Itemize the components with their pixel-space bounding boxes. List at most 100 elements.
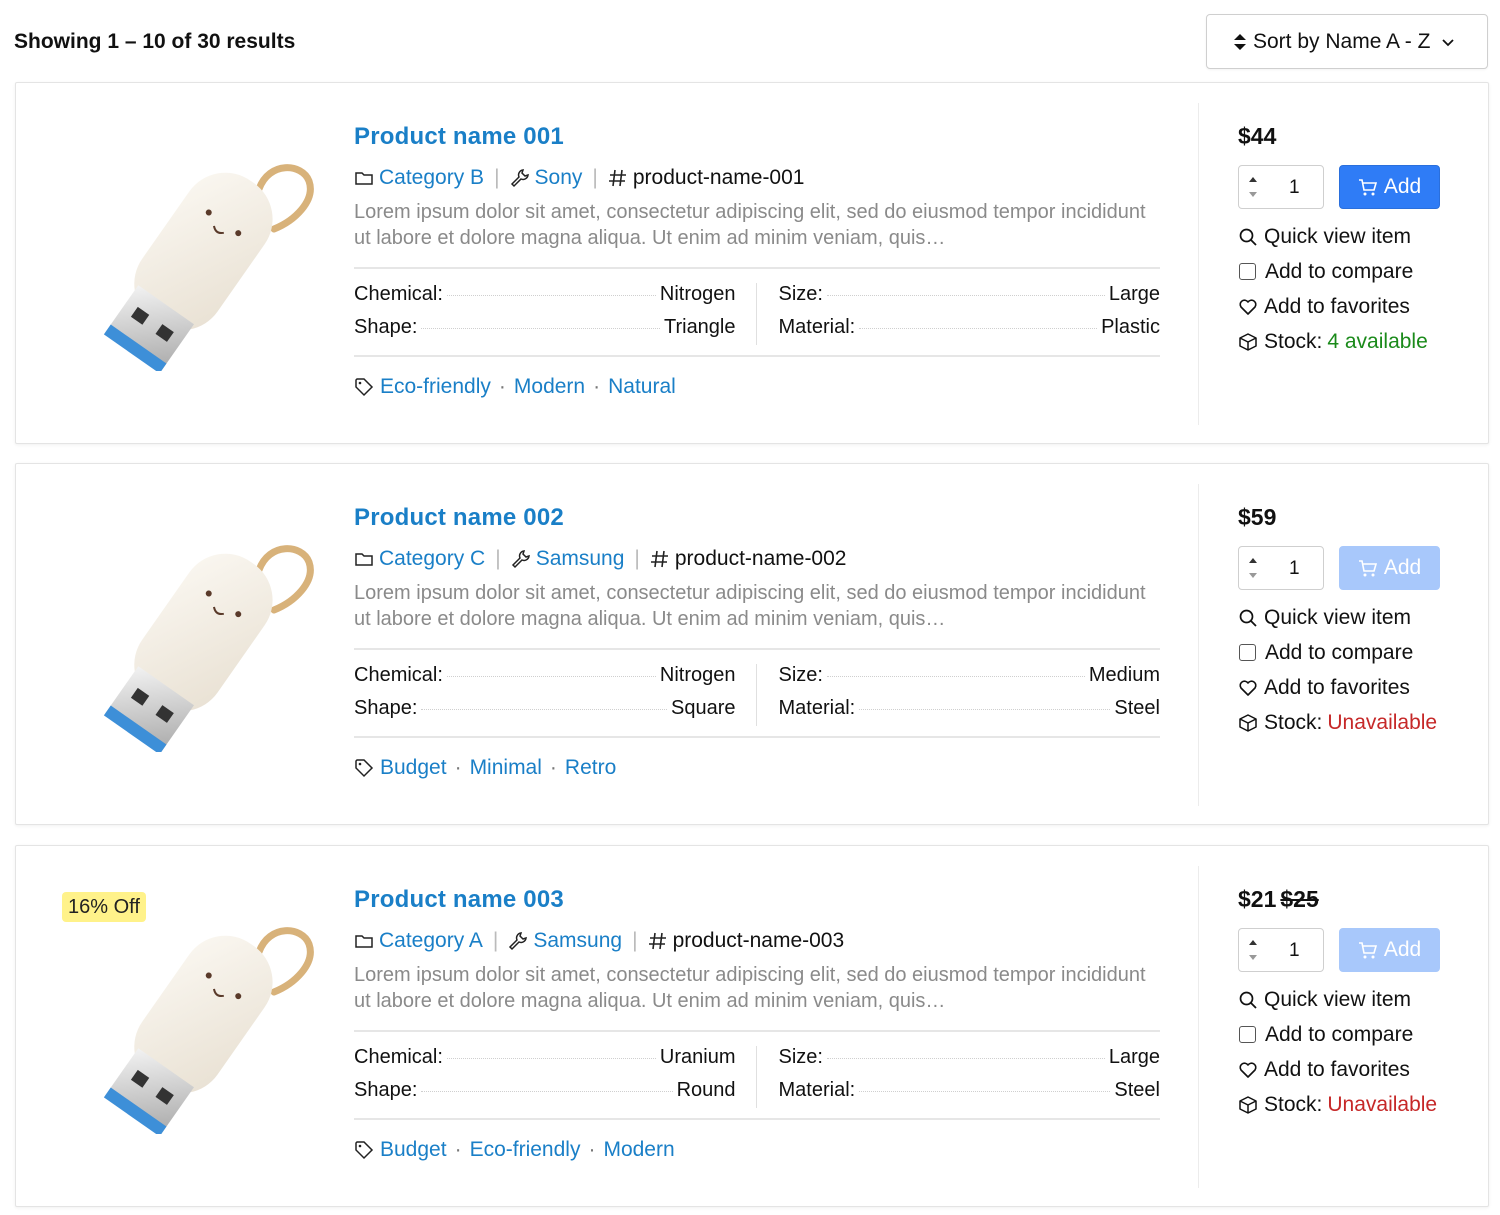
- quantity-stepper[interactable]: 1: [1238, 928, 1324, 972]
- product-price: $59: [1238, 504, 1468, 536]
- stock-value: Unavailable: [1327, 1092, 1438, 1116]
- favorites-link[interactable]: Add to favorites: [1238, 1052, 1468, 1087]
- quick-view-link[interactable]: Quick view item: [1238, 982, 1468, 1017]
- spec-value: Medium: [1088, 664, 1160, 686]
- meta-separator: |: [634, 547, 640, 570]
- spec-shape: Shape: Square: [354, 697, 736, 730]
- compare-checkbox[interactable]: Add to compare: [1238, 635, 1468, 670]
- stepper-arrows-icon[interactable]: [1247, 935, 1259, 965]
- add-button-label: Add: [1383, 938, 1422, 961]
- spec-label: Chemical:: [354, 283, 443, 305]
- product-description: Lorem ipsum dolor sit amet, consectetur …: [354, 964, 1146, 1012]
- product-image[interactable]: [64, 522, 314, 752]
- current-price: $44: [1238, 123, 1277, 149]
- compare-checkbox[interactable]: Add to compare: [1238, 1017, 1468, 1052]
- tag-separator: ·: [593, 375, 601, 398]
- folder-icon: [355, 935, 373, 948]
- spec-value: Uranium: [659, 1046, 736, 1068]
- favorites-link[interactable]: Add to favorites: [1238, 289, 1468, 324]
- hash-icon: [648, 932, 666, 950]
- quick-view-link[interactable]: Quick view item: [1238, 600, 1468, 635]
- spec-value: Nitrogen: [659, 664, 736, 686]
- heart-icon: [1239, 298, 1257, 315]
- category-link[interactable]: Category B: [379, 166, 484, 190]
- product-card: 16% Off Product name 003 Category A | Sa…: [15, 845, 1489, 1207]
- spec-label: Size:: [778, 664, 823, 686]
- tag-link[interactable]: Budget: [380, 756, 447, 780]
- product-tags: Budget · Minimal · Retro: [354, 756, 1160, 780]
- stepper-arrows-icon[interactable]: [1247, 553, 1259, 583]
- quantity-value: 1: [1289, 940, 1300, 961]
- product-image[interactable]: [64, 904, 314, 1134]
- favorites-label: Add to favorites: [1264, 1057, 1410, 1081]
- product-sku: product-name-003: [672, 929, 845, 952]
- stock-status: Stock: Unavailable: [1238, 1087, 1468, 1122]
- category-link[interactable]: Category C: [379, 547, 485, 571]
- quantity-value: 1: [1289, 558, 1300, 579]
- spec-label: Size:: [778, 1046, 823, 1068]
- quantity-stepper[interactable]: 1: [1238, 546, 1324, 590]
- add-to-cart-button[interactable]: Add: [1339, 546, 1440, 590]
- tag-link[interactable]: Retro: [565, 756, 616, 780]
- quick-view-label: Quick view item: [1264, 987, 1412, 1011]
- product-card: Product name 001 Category B | Sony | pro…: [15, 82, 1489, 444]
- compare-label: Add to compare: [1265, 1022, 1414, 1046]
- tag-link[interactable]: Budget: [380, 1138, 447, 1162]
- sort-icon: [1234, 33, 1246, 50]
- results-toolbar: Showing 1 – 10 of 30 results Sort by Nam…: [14, 14, 1488, 70]
- checkbox[interactable]: [1239, 263, 1256, 280]
- spec-shape: Shape: Triangle: [354, 316, 736, 349]
- product-name-link[interactable]: Product name 002: [354, 504, 1160, 536]
- product-sku: product-name-001: [632, 166, 805, 189]
- product-name-link[interactable]: Product name 003: [354, 886, 1160, 918]
- quick-view-link[interactable]: Quick view item: [1238, 219, 1468, 254]
- tag-link[interactable]: Minimal: [470, 756, 542, 780]
- tag-link[interactable]: Eco-friendly: [380, 375, 491, 399]
- meta-separator: |: [632, 929, 638, 952]
- category-link[interactable]: Category A: [379, 929, 483, 953]
- spec-value: Nitrogen: [659, 283, 736, 305]
- search-icon: [1239, 991, 1257, 1009]
- brand-link[interactable]: Samsung: [533, 929, 622, 953]
- cart-icon: [1358, 560, 1377, 577]
- product-tags: Eco-friendly · Modern · Natural: [354, 375, 1160, 399]
- spec-label: Size:: [778, 283, 823, 305]
- spec-chemical: Chemical: Nitrogen: [354, 664, 736, 697]
- product-specs: Chemical: Nitrogen Shape: Triangle Size: La…: [354, 267, 1160, 357]
- spec-value: Round: [676, 1079, 736, 1101]
- product-name-link[interactable]: Product name 001: [354, 123, 1160, 155]
- stock-label: Stock:: [1264, 329, 1323, 353]
- old-price: $25: [1280, 886, 1319, 912]
- checkbox[interactable]: [1239, 644, 1256, 661]
- tag-link[interactable]: Modern: [603, 1138, 674, 1162]
- product-image[interactable]: [64, 141, 314, 371]
- brand-link[interactable]: Sony: [535, 166, 583, 190]
- spec-label: Chemical:: [354, 1046, 443, 1068]
- brand-link[interactable]: Samsung: [536, 547, 625, 571]
- favorites-link[interactable]: Add to favorites: [1238, 670, 1468, 705]
- tag-separator: ·: [454, 1138, 462, 1161]
- compare-checkbox[interactable]: Add to compare: [1238, 254, 1468, 289]
- tag-link[interactable]: Modern: [514, 375, 585, 399]
- spec-material: Material: Plastic: [779, 316, 1161, 349]
- sort-dropdown[interactable]: Sort by Name A - Z: [1206, 14, 1488, 69]
- add-to-cart-button[interactable]: Add: [1339, 928, 1440, 972]
- cart-icon: [1358, 942, 1377, 959]
- quantity-stepper[interactable]: 1: [1238, 165, 1324, 209]
- spec-size: Size: Large: [779, 283, 1161, 316]
- product-price: $44: [1238, 123, 1468, 155]
- meta-separator: |: [494, 166, 500, 189]
- stepper-arrows-icon[interactable]: [1247, 172, 1259, 202]
- heart-icon: [1239, 1061, 1257, 1078]
- stock-label: Stock:: [1264, 710, 1323, 734]
- tag-link[interactable]: Eco-friendly: [470, 1138, 581, 1162]
- checkbox[interactable]: [1239, 1026, 1256, 1043]
- tag-icon: [355, 1141, 374, 1160]
- tag-link[interactable]: Natural: [608, 375, 676, 399]
- stock-value: Unavailable: [1327, 710, 1438, 734]
- spec-label: Material:: [778, 697, 856, 719]
- add-to-cart-button[interactable]: Add: [1339, 165, 1440, 209]
- product-description: Lorem ipsum dolor sit amet, consectetur …: [354, 582, 1146, 630]
- spec-label: Material:: [778, 316, 856, 338]
- spec-value: Large: [1108, 1046, 1160, 1068]
